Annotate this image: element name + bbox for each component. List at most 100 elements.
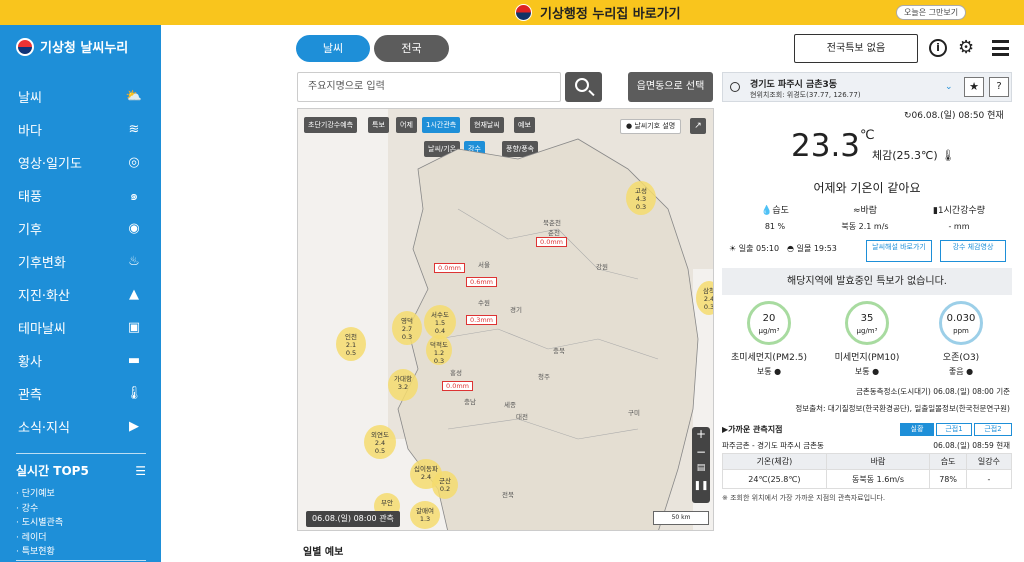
sidebar-item-sea[interactable]: 바다 ≋ xyxy=(0,113,161,146)
sidebar-item-label: 관측 xyxy=(18,388,42,403)
city-label: 대전 xyxy=(516,413,528,421)
tab-weather[interactable]: 날씨 xyxy=(296,35,370,62)
refresh-icon[interactable]: ↻ xyxy=(904,111,912,121)
tab-nearby-now[interactable]: 실황 xyxy=(900,423,934,436)
sidebar-item-earthquake[interactable]: 지진·화산 ▲ xyxy=(0,278,161,311)
location-target-icon[interactable] xyxy=(730,82,740,92)
zoom-in-icon[interactable]: + xyxy=(692,427,710,445)
sunrise-icon: ☀ xyxy=(729,244,737,253)
obs-bubble[interactable]: 영덕 2.7 0.3 xyxy=(392,311,422,345)
layer-icon[interactable]: ▤ xyxy=(692,463,710,481)
search-input[interactable]: 주요지명으로 입력 xyxy=(297,72,561,102)
table-cell: - xyxy=(965,469,1013,489)
aq-gauge: 0.030 ppm xyxy=(939,301,983,345)
rain-video-button[interactable]: 강수 체감영상 xyxy=(940,240,1006,262)
list-icon: ☰ xyxy=(135,463,146,478)
obs-bubble[interactable]: 외연도 2.4 0.5 xyxy=(364,425,396,459)
favorite-star-icon[interactable]: ★ xyxy=(964,77,984,97)
location-name: 경기도 파주시 금촌3동 xyxy=(750,80,838,90)
weather-map[interactable]: 초단기강수예측 특보 어제 1시간관측 현재날씨 예보 날씨/기온 강수 풍향/… xyxy=(297,108,714,531)
compare-yesterday: 어제와 기온이 같아요 xyxy=(813,181,921,195)
obs-bubble[interactable]: 인천 2.1 0.5 xyxy=(336,327,366,361)
info-icon: ● xyxy=(872,367,880,376)
sidebar-item-label: 바다 xyxy=(18,124,42,139)
city-label: 춘천 xyxy=(548,229,560,237)
map-borders xyxy=(397,138,699,530)
city-label: 청주 xyxy=(538,373,550,381)
city-label: 강원 xyxy=(596,263,608,271)
taegeuk-icon xyxy=(515,4,532,21)
obs-bubble[interactable]: 고성 4.3 0.3 xyxy=(626,181,656,215)
thermometer-icon: 🌡 xyxy=(937,149,956,162)
top5-item[interactable]: · 단기예보 xyxy=(16,487,146,502)
city-label: 북춘천 xyxy=(543,219,561,227)
city-label: 서울 xyxy=(478,261,490,269)
sidebar-item-label: 태풍 xyxy=(18,190,42,205)
zoom-out-icon[interactable]: − xyxy=(692,445,710,463)
sidebar-item-typhoon[interactable]: 태풍 ๑ xyxy=(0,179,161,212)
national-alert-button[interactable]: 전국특보 없음 xyxy=(794,34,918,63)
location-selector[interactable]: 경기도 파주시 금촌3동 현위치조회: 위경도(37.77, 126.77) ⌄… xyxy=(722,72,1012,102)
top5-item[interactable]: · 강수 xyxy=(16,502,146,517)
location-coord: 현위치조회: 위경도(37.77, 126.77) xyxy=(750,91,861,99)
city-label: 세종 xyxy=(504,401,516,409)
nearby-note: ※ 조회한 위치에서 가장 가까운 지점의 관측자료입니다. xyxy=(722,494,886,502)
search-placeholder: 주요지명으로 입력 xyxy=(308,81,385,92)
hamburger-menu-icon[interactable] xyxy=(992,40,1009,56)
top5-title: 실시간 TOP5 xyxy=(16,464,89,478)
obs-bubble[interactable]: 서수도 1.5 0.4 xyxy=(424,305,456,339)
heat-icon: ♨ xyxy=(128,254,140,269)
gear-icon[interactable]: ⚙ xyxy=(958,38,974,58)
table-header: 바람 xyxy=(825,453,931,470)
sidebar-item-news[interactable]: 소식·지식 ▶ xyxy=(0,410,161,443)
city-label: 수원 xyxy=(478,299,490,307)
top-banner[interactable]: 기상행정 누리집 바로가기 오늘은 그만보기 xyxy=(0,0,1024,25)
sidebar-item-climate[interactable]: 기후 ◉ xyxy=(0,212,161,245)
top5-item[interactable]: · 특보현황 xyxy=(16,545,146,560)
top5-item[interactable]: · 도시별관측 xyxy=(16,516,146,531)
help-icon[interactable]: ? xyxy=(989,77,1009,97)
volcano-icon: ▲ xyxy=(129,287,139,302)
top5-item[interactable]: · 레이더 xyxy=(16,531,146,546)
sidebar-item-label: 지진·화산 xyxy=(18,289,70,304)
logo-icon xyxy=(16,37,34,56)
sidebar-item-label: 영상·일기도 xyxy=(18,157,82,172)
globe-icon: ◎ xyxy=(128,155,140,170)
pause-icon[interactable]: ❚❚ xyxy=(692,481,710,499)
info-icon[interactable]: i xyxy=(929,39,947,57)
sidebar-item-climate-change[interactable]: 기후변화 ♨ xyxy=(0,245,161,278)
sidebar-item-weather[interactable]: 날씨 ⛅ xyxy=(0,80,161,113)
tab-nation[interactable]: 전국 xyxy=(374,35,449,62)
aq-station: 금촌동측정소(도시대기) 06.08.(일) 08:00 기준 xyxy=(855,387,1010,396)
obs-bubble[interactable]: 갈매여 1.3 xyxy=(410,501,440,529)
obs-bubble[interactable]: 덕적도 1.2 0.3 xyxy=(426,335,452,365)
obs-bubble[interactable]: 군산 0.2 xyxy=(432,471,458,499)
sidebar-item-observation[interactable]: 관측 🌡 xyxy=(0,377,161,410)
sidebar-item-dust[interactable]: 황사 ▬ xyxy=(0,344,161,377)
obs-time: ↻06.08.(일) 08:50 현재 xyxy=(904,111,1004,121)
rain-label: 0.6mm xyxy=(466,277,498,287)
map-timestamp: 06.08.(일) 08:00 관측 xyxy=(306,511,400,527)
sidebar-item-image[interactable]: 영상·일기도 ◎ xyxy=(0,146,161,179)
select-region-button[interactable]: 읍면동으로 선택 xyxy=(628,72,713,102)
weather-commentary-button[interactable]: 날씨해설 바로가기 xyxy=(866,240,932,262)
zoom-control[interactable]: + − ▤ ❚❚ xyxy=(692,427,710,503)
obs-bubble[interactable]: 가대항 3.2 xyxy=(388,369,418,401)
tab-nearby-1[interactable]: 근접1 xyxy=(936,423,972,436)
aq-gauge: 35 μg/m³ xyxy=(845,301,889,345)
search-button[interactable] xyxy=(565,72,602,102)
divider xyxy=(16,560,146,561)
banner-close-button[interactable]: 오늘은 그만보기 xyxy=(896,5,967,20)
banner-link[interactable]: 기상행정 누리집 바로가기 xyxy=(515,3,681,22)
sidebar-item-theme[interactable]: 테마날씨 ▣ xyxy=(0,311,161,344)
site-logo[interactable]: 기상청 날씨누리 xyxy=(16,37,128,56)
tab-nearby-2[interactable]: 근접2 xyxy=(974,423,1012,436)
table-header: 습도 xyxy=(929,453,967,470)
sunset-icon: ◓ xyxy=(787,244,795,253)
chevron-down-icon[interactable]: ⌄ xyxy=(945,82,953,92)
bag-icon: ▣ xyxy=(127,320,141,335)
wave-icon: ≋ xyxy=(128,122,140,137)
current-temp: 23.3℃ xyxy=(791,128,875,164)
aq-gauge: 20 μg/m³ xyxy=(747,301,791,345)
nearby-time: 06.08.(일) 08:59 현재 xyxy=(933,441,1010,450)
